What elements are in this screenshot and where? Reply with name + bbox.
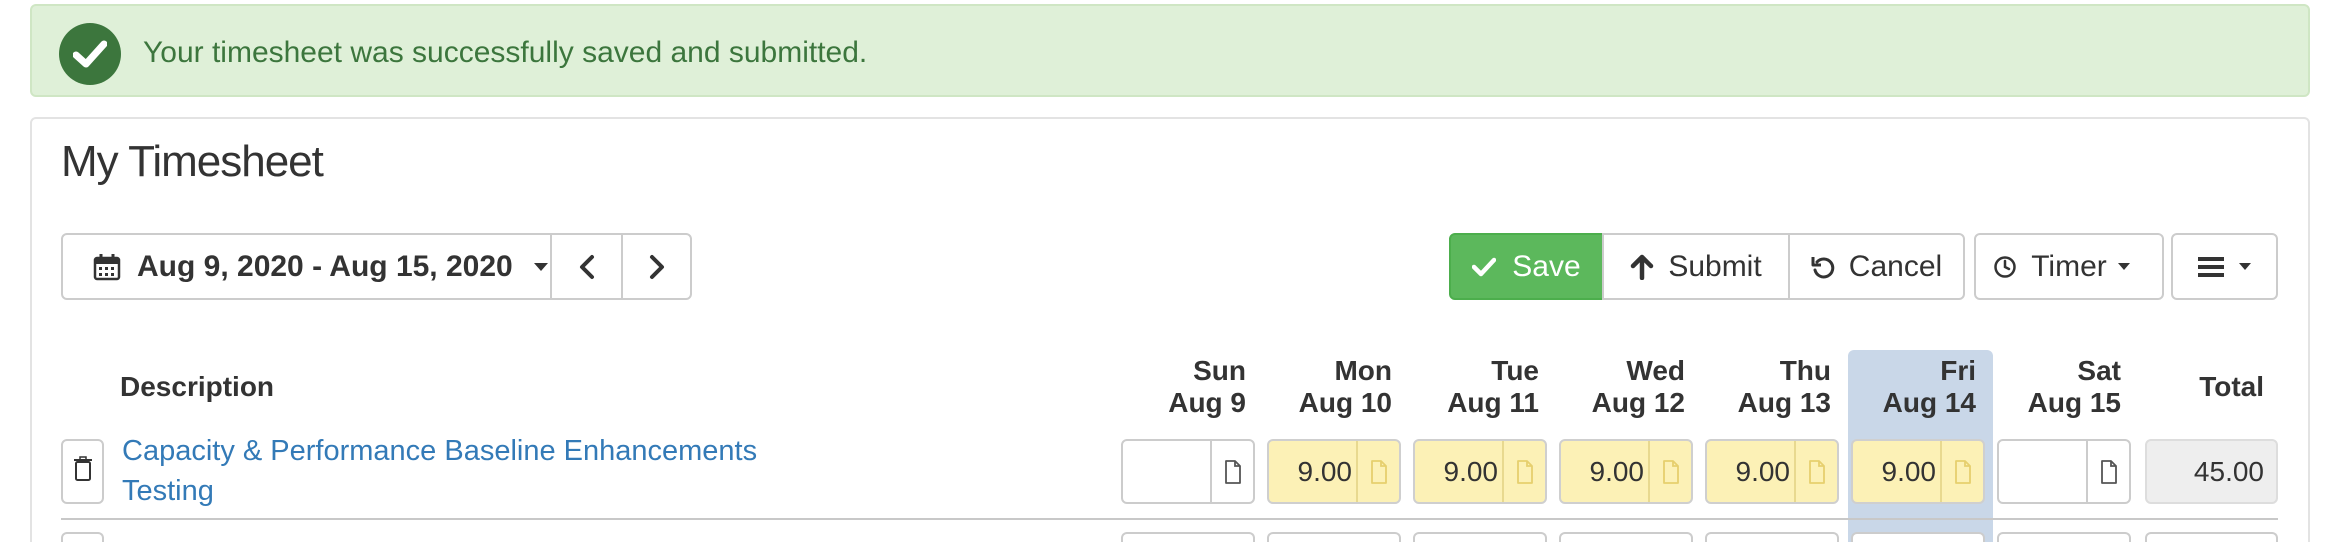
hours-input[interactable] — [1123, 441, 1214, 502]
caret-down-icon — [2238, 262, 2252, 271]
total-header: Total — [2199, 371, 2264, 402]
note-icon[interactable] — [1502, 441, 1545, 502]
day-name: Tue — [1491, 355, 1539, 386]
note-icon[interactable] — [1210, 441, 1253, 502]
hours-cell-partial[interactable] — [1559, 532, 1693, 542]
day-header-sat: Sat Aug 15 — [2005, 355, 2121, 419]
date-range-picker[interactable]: Aug 9, 2020 - Aug 15, 2020 — [61, 233, 552, 300]
hours-cell-partial[interactable] — [1851, 532, 1985, 542]
hamburger-menu-icon — [2197, 256, 2224, 278]
day-date: Aug 12 — [1591, 387, 1685, 418]
clock-icon — [1993, 255, 2017, 279]
hours-cell-partial[interactable] — [1267, 532, 1401, 542]
day-header-wed: Wed Aug 12 — [1570, 355, 1685, 419]
day-name: Fri — [1940, 355, 1976, 386]
day-name: Wed — [1626, 355, 1685, 386]
cancel-label: Cancel — [1848, 249, 1943, 283]
submit-button[interactable]: Submit — [1602, 233, 1790, 300]
day-date: Aug 15 — [2027, 387, 2121, 418]
hours-cell-partial[interactable] — [1121, 532, 1255, 542]
note-icon[interactable] — [2086, 441, 2129, 502]
caret-down-icon — [2117, 262, 2131, 271]
hours-cell-fri[interactable]: 9.00 — [1851, 439, 1985, 504]
hours-input[interactable]: 9.00 — [1853, 441, 1944, 502]
check-icon — [1472, 257, 1497, 277]
day-header-fri: Fri Aug 14 — [1860, 355, 1976, 419]
trash-icon — [73, 456, 93, 487]
note-icon[interactable] — [1940, 441, 1983, 502]
row-divider — [61, 518, 2278, 520]
hours-input[interactable]: 9.00 — [1561, 441, 1652, 502]
project-link[interactable]: Capacity & Performance Baseline Enhancem… — [122, 435, 757, 468]
delete-row-button[interactable] — [61, 439, 104, 504]
options-menu-button[interactable] — [2171, 233, 2278, 300]
save-label: Save — [1512, 249, 1581, 283]
calendar-icon — [93, 253, 121, 281]
chevron-left-icon — [578, 254, 596, 280]
day-date: Aug 11 — [1447, 387, 1539, 418]
delete-row-button-partial[interactable] — [61, 532, 104, 542]
hours-cell-partial[interactable] — [1413, 532, 1547, 542]
day-name: Sun — [1193, 355, 1246, 386]
submit-label: Submit — [1668, 249, 1762, 283]
previous-week-button[interactable] — [550, 233, 623, 300]
day-date: Aug 9 — [1168, 387, 1246, 418]
day-name: Thu — [1779, 355, 1831, 386]
hours-cell-wed[interactable]: 9.00 — [1559, 439, 1693, 504]
hours-cell-tue[interactable]: 9.00 — [1413, 439, 1547, 504]
check-circle-icon — [59, 23, 121, 85]
hours-input[interactable]: 9.00 — [1415, 441, 1506, 502]
note-icon[interactable] — [1648, 441, 1691, 502]
note-icon[interactable] — [1794, 441, 1837, 502]
page-title: My Timesheet — [61, 137, 324, 186]
hours-input[interactable]: 9.00 — [1269, 441, 1360, 502]
hours-cell-partial[interactable] — [1705, 532, 1839, 542]
cancel-button[interactable]: Cancel — [1788, 233, 1965, 300]
chevron-right-icon — [648, 254, 666, 280]
day-header-tue: Tue Aug 11 — [1425, 355, 1539, 419]
description-header: Description — [120, 371, 275, 402]
alert-message: Your timesheet was successfully saved an… — [143, 36, 868, 69]
day-header-sun: Sun Aug 9 — [1150, 355, 1246, 419]
hours-input[interactable] — [1999, 441, 2090, 502]
task-link[interactable]: Testing — [122, 475, 214, 508]
day-name: Sat — [2077, 355, 2121, 386]
date-range-label: Aug 9, 2020 - Aug 15, 2020 — [137, 249, 513, 283]
next-week-button[interactable] — [621, 233, 692, 300]
hours-cell-partial[interactable] — [1997, 532, 2131, 542]
day-name: Mon — [1334, 355, 1392, 386]
note-icon[interactable] — [1356, 441, 1399, 502]
day-header-mon: Mon Aug 10 — [1280, 355, 1392, 419]
hours-input[interactable]: 9.00 — [1707, 441, 1798, 502]
hours-cell-sun[interactable] — [1121, 439, 1255, 504]
timer-label: Timer — [2031, 249, 2107, 283]
success-alert: Your timesheet was successfully saved an… — [30, 4, 2310, 97]
arrow-up-icon — [1630, 254, 1654, 280]
hours-cell-sat[interactable] — [1997, 439, 2131, 504]
caret-down-icon — [533, 262, 549, 272]
save-button[interactable]: Save — [1449, 233, 1604, 300]
total-partial — [2145, 532, 2278, 542]
row-total: 45.00 — [2145, 439, 2278, 504]
undo-icon — [1811, 255, 1835, 279]
day-date: Aug 10 — [1298, 387, 1392, 418]
hours-cell-thu[interactable]: 9.00 — [1705, 439, 1839, 504]
day-header-thu: Thu Aug 13 — [1715, 355, 1831, 419]
hours-cell-mon[interactable]: 9.00 — [1267, 439, 1401, 504]
day-date: Aug 14 — [1882, 387, 1976, 418]
day-date: Aug 13 — [1737, 387, 1831, 418]
timer-dropdown-button[interactable]: Timer — [1974, 233, 2164, 300]
